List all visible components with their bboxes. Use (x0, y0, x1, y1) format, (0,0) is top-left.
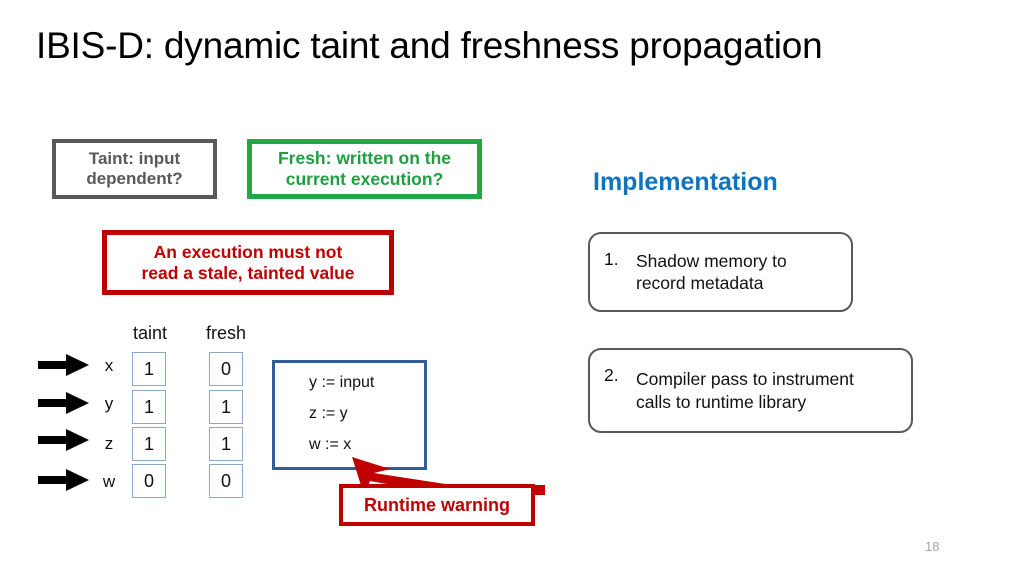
code-snippet-box: y := input z := y w := x (272, 360, 427, 470)
page-number: 18 (925, 539, 940, 554)
taint-cell-w: 0 (132, 464, 166, 498)
implementation-item-2-line-2: calls to runtime library (636, 391, 807, 412)
fresh-cell-z: 1 (209, 427, 243, 461)
variable-label-z: z (104, 434, 114, 453)
variable-label-y: y (104, 394, 114, 413)
taint-definition-line-1: Taint: input (88, 148, 181, 168)
implementation-item-1-text: Shadow memory to record metadata (636, 250, 841, 295)
fresh-cell-x: 0 (209, 352, 243, 386)
implementation-item-1-line-1: Shadow memory to (636, 250, 787, 271)
taint-cell-x: 1 (132, 352, 166, 386)
invariant-statement-box: An execution must not read a stale, tain… (102, 230, 394, 295)
fresh-cell-y: 1 (209, 390, 243, 424)
fresh-definition-box: Fresh: written on the current execution? (247, 139, 482, 199)
right-arrow-icon (38, 429, 89, 451)
code-line-2: z := y (309, 405, 348, 422)
implementation-item-2: 2. Compiler pass to instrument calls to … (588, 348, 913, 433)
fresh-column-header: fresh (205, 323, 247, 343)
page-title: IBIS-D: dynamic taint and freshness prop… (36, 25, 823, 66)
variable-label-w: w (102, 472, 116, 491)
invariant-line-1: An execution must not (153, 241, 343, 262)
code-line-1: y := input (309, 374, 375, 391)
runtime-warning-callout: Runtime warning (339, 484, 535, 526)
code-line-3: w := x (309, 436, 352, 453)
right-arrow-icon (38, 469, 89, 491)
taint-column-header: taint (132, 323, 168, 343)
fresh-cell-w: 0 (209, 464, 243, 498)
implementation-item-2-text: Compiler pass to instrument calls to run… (636, 368, 901, 413)
implementation-item-1-line-2: record metadata (636, 273, 764, 293)
variable-label-x: x (104, 356, 114, 375)
implementation-heading: Implementation (593, 168, 778, 196)
fresh-definition-line-1: Fresh: written on the (277, 148, 452, 169)
right-arrow-icon (38, 392, 89, 414)
implementation-item-1-number: 1. (604, 249, 619, 269)
taint-cell-y: 1 (132, 390, 166, 424)
taint-definition-box: Taint: input dependent? (52, 139, 217, 199)
implementation-item-2-number: 2. (604, 365, 619, 385)
invariant-line-2: read a stale, tainted value (141, 262, 355, 283)
right-arrow-icon (38, 354, 89, 376)
implementation-item-2-line-1: Compiler pass to instrument (636, 369, 854, 390)
taint-definition-line-2: dependent? (86, 169, 183, 188)
fresh-definition-line-2: current execution? (285, 169, 444, 189)
taint-cell-z: 1 (132, 427, 166, 461)
slide-canvas: IBIS-D: dynamic taint and freshness prop… (0, 0, 1024, 576)
implementation-item-1: 1. Shadow memory to record metadata (588, 232, 853, 312)
